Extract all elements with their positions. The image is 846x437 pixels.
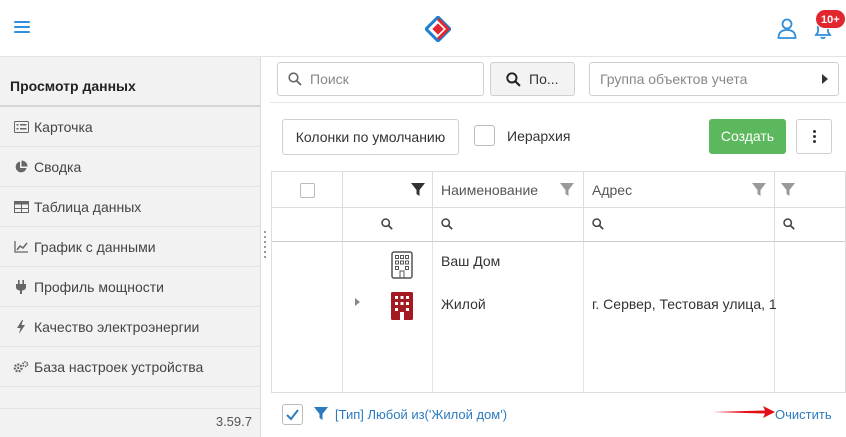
hierarchy-label: Иерархия xyxy=(507,127,571,144)
search-icon[interactable] xyxy=(592,218,604,230)
line-chart-icon xyxy=(13,240,29,254)
filter-icon xyxy=(314,407,328,420)
building-filled-icon xyxy=(391,292,413,320)
sidebar-item-device-settings[interactable]: База настроек устройства xyxy=(0,347,260,387)
filter-row-cell[interactable] xyxy=(775,208,845,242)
sidebar-item-data-table[interactable]: Таблица данных xyxy=(0,187,260,227)
bolt-icon xyxy=(13,319,29,334)
search-icon[interactable] xyxy=(381,218,393,230)
row-address[interactable]: г. Сервер, Тестовая улица, 1 xyxy=(592,296,777,312)
search-icon xyxy=(506,71,521,87)
sidebar-item-label: График с данными xyxy=(34,238,156,255)
row-name[interactable]: Жилой xyxy=(441,296,486,312)
hamburger-menu-icon[interactable] xyxy=(14,21,30,35)
extra-column-header[interactable] xyxy=(775,172,845,208)
type-column-header xyxy=(343,172,433,208)
more-options-button[interactable] xyxy=(796,119,832,154)
sidebar-item-label: База настроек устройства xyxy=(34,358,204,375)
address-column-header[interactable]: Адрес xyxy=(584,172,775,208)
sidebar-item-power-quality[interactable]: Качество электроэнергии xyxy=(0,307,260,347)
kebab-menu-icon xyxy=(812,130,816,133)
filter-row-cell[interactable] xyxy=(343,208,433,242)
filter-icon[interactable] xyxy=(752,183,766,197)
object-group-select[interactable]: Группа объектов учета xyxy=(589,62,839,96)
sidebar-item-power-profile[interactable]: Профиль мощности xyxy=(0,267,260,307)
sidebar-item-data-chart[interactable]: График с данными xyxy=(0,227,260,267)
search-input[interactable] xyxy=(310,71,470,87)
grid-body-column xyxy=(343,242,433,392)
name-column-label: Наименование xyxy=(441,182,539,198)
check-icon xyxy=(286,409,299,421)
filter-active-icon[interactable] xyxy=(411,183,425,197)
expand-row-icon[interactable] xyxy=(355,298,361,306)
red-arrow-annotation-icon xyxy=(713,406,775,418)
filter-icon[interactable] xyxy=(560,183,574,197)
sidebar-item-label: Профиль мощности xyxy=(34,278,165,295)
main-panel: По... Группа объектов учета Колонки по у… xyxy=(270,57,846,437)
hierarchy-toggle[interactable]: Иерархия xyxy=(474,125,570,146)
filter-row-cell[interactable] xyxy=(433,208,584,242)
hierarchy-checkbox[interactable] xyxy=(474,125,495,146)
gears-icon xyxy=(13,360,29,374)
object-group-placeholder: Группа объектов учета xyxy=(600,71,748,87)
search-box[interactable] xyxy=(277,62,484,96)
sidebar-item-label: Карточка xyxy=(34,118,93,135)
row-name[interactable]: Ваш Дом xyxy=(441,253,500,269)
list-card-icon xyxy=(13,120,29,134)
sidebar-item-card[interactable]: Карточка xyxy=(0,107,260,147)
sidebar: Просмотр данных Карточка Сводка Таблица … xyxy=(0,57,261,437)
grid-body-column xyxy=(584,242,775,392)
notifications-badge[interactable]: 10+ xyxy=(815,9,846,29)
search-icon[interactable] xyxy=(441,218,453,230)
search-icon xyxy=(288,72,302,86)
sidebar-title: Просмотр данных xyxy=(0,57,260,107)
search-button-label: По... xyxy=(529,71,559,87)
sidebar-item-label: Сводка xyxy=(34,158,82,175)
filter-row-cell[interactable] xyxy=(584,208,775,242)
caret-right-icon xyxy=(822,74,828,84)
building-outline-icon xyxy=(391,251,413,279)
diamond-logo-icon[interactable] xyxy=(425,16,451,42)
active-filter-text[interactable]: [Тип] Любой из('Жилой дом') xyxy=(335,407,507,422)
address-column-label: Адрес xyxy=(592,182,633,198)
select-all-header xyxy=(272,172,343,208)
select-all-checkbox[interactable] xyxy=(300,183,315,198)
search-icon[interactable] xyxy=(783,218,795,230)
user-icon[interactable] xyxy=(776,17,798,39)
filter-icon[interactable] xyxy=(781,183,795,197)
panel-splitter-handle[interactable] xyxy=(263,231,267,261)
name-column-header[interactable]: Наименование xyxy=(433,172,584,208)
toolbar-divider xyxy=(270,102,846,103)
default-columns-button[interactable]: Колонки по умолчанию xyxy=(282,119,459,155)
filter-enabled-checkbox[interactable] xyxy=(282,404,303,425)
clear-filter-link[interactable]: Очистить xyxy=(775,407,832,422)
sidebar-item-partial[interactable] xyxy=(0,387,260,409)
filter-row-cell xyxy=(272,208,343,242)
sidebar-item-label: Качество электроэнергии xyxy=(34,318,200,335)
sidebar-item-label: Таблица данных xyxy=(34,198,142,215)
sidebar-item-summary[interactable]: Сводка xyxy=(0,147,260,187)
table-icon xyxy=(13,200,29,214)
plug-icon xyxy=(13,279,29,294)
pie-chart-icon xyxy=(13,160,29,174)
app-version: 3.59.7 xyxy=(215,414,252,429)
top-bar: 10+ xyxy=(0,0,846,57)
grid-body-column xyxy=(272,242,343,392)
search-button[interactable]: По... xyxy=(490,62,575,96)
create-button[interactable]: Создать xyxy=(709,119,786,154)
partial-item-icon xyxy=(13,391,29,405)
active-filter-bar: [Тип] Любой из('Жилой дом') Очистить xyxy=(271,392,846,437)
